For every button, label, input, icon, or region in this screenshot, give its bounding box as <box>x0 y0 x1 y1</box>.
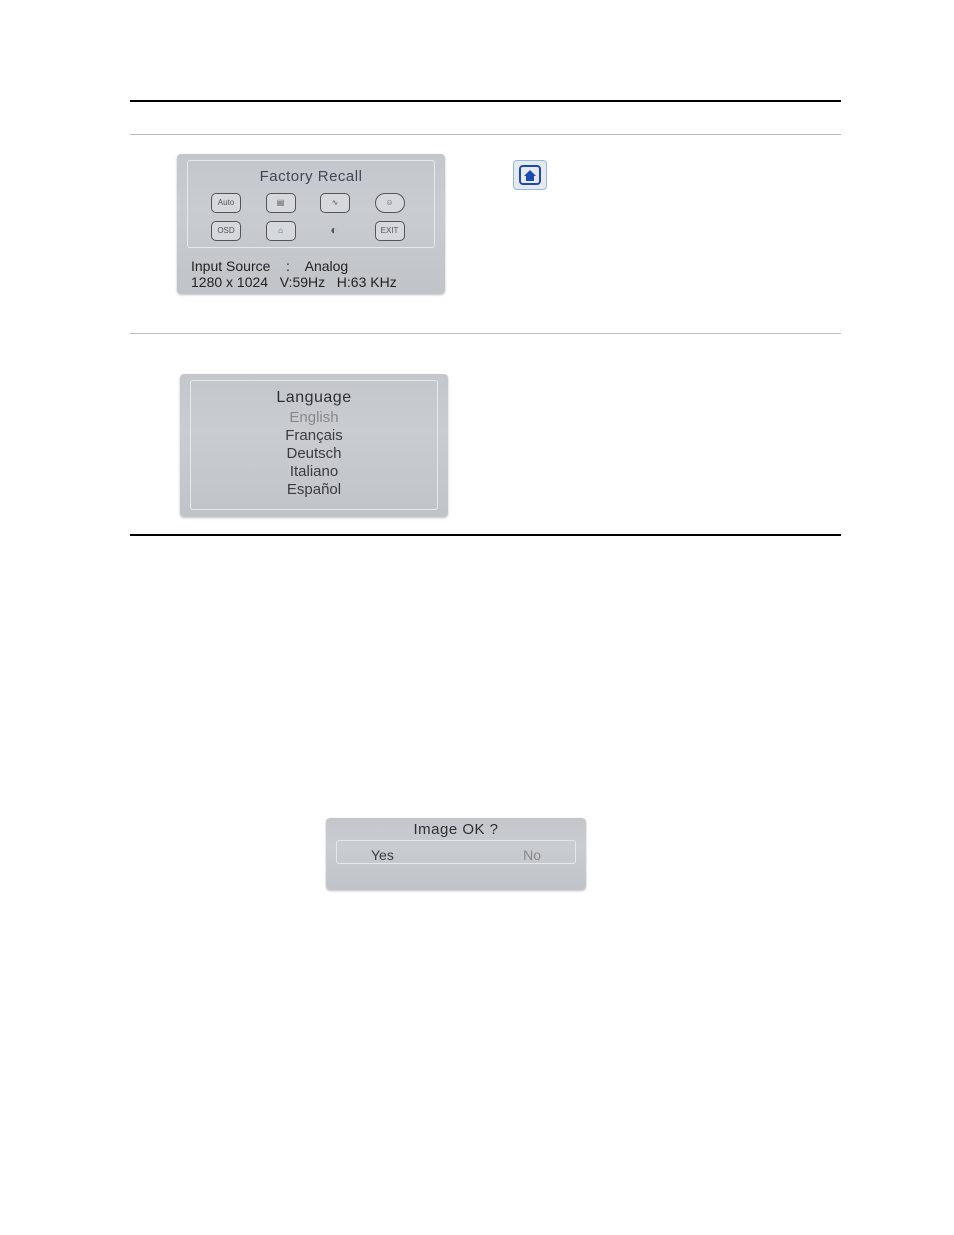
language-option-francais[interactable]: Français <box>191 427 437 445</box>
language-option-deutsch[interactable]: Deutsch <box>191 445 437 463</box>
sub-rule-1 <box>130 134 841 135</box>
image-ok-panel: Image OK ? Yes No <box>326 818 586 890</box>
auto-icon[interactable]: Auto <box>211 193 241 213</box>
language-option-espanol[interactable]: Español <box>191 481 437 499</box>
divider-2 <box>130 534 841 536</box>
image-ok-title: Image OK ? <box>326 821 586 838</box>
image-ok-no[interactable]: No <box>523 847 541 863</box>
divider-1 <box>130 333 841 334</box>
home-icon[interactable] <box>513 160 547 190</box>
language-option-english[interactable]: English <box>191 409 437 427</box>
top-rule <box>130 100 841 102</box>
resolution-line: 1280 x 1024 V:59Hz H:63 KHz <box>177 274 445 290</box>
image-ok-yes[interactable]: Yes <box>371 847 394 863</box>
page-body: Factory Recall Auto ▤ ∿ ☺ OSD ⌂ ◐ EXIT I… <box>130 100 841 135</box>
language-list: English Français Deutsch Italiano Españo… <box>191 409 437 499</box>
wave-icon[interactable]: ∿ <box>320 193 350 213</box>
osd-box-icon[interactable]: OSD <box>211 221 241 241</box>
face-icon[interactable]: ☺ <box>375 193 405 213</box>
factory-recall-panel: Factory Recall Auto ▤ ∿ ☺ OSD ⌂ ◐ EXIT I… <box>177 154 445 294</box>
exit-icon[interactable]: EXIT <box>375 221 405 241</box>
menu-icon[interactable]: ▤ <box>266 193 296 213</box>
language-option-italiano[interactable]: Italiano <box>191 463 437 481</box>
factory-recall-title: Factory Recall <box>188 168 434 185</box>
input-source-line: Input Source : Analog <box>177 254 445 274</box>
osd-icon-grid: Auto ▤ ∿ ☺ OSD ⌂ ◐ EXIT <box>211 193 411 241</box>
contrast-icon[interactable]: ◐ <box>320 221 348 239</box>
home-small-icon[interactable]: ⌂ <box>266 221 296 241</box>
language-title: Language <box>191 389 437 407</box>
language-panel: Language English Français Deutsch Italia… <box>180 374 448 517</box>
